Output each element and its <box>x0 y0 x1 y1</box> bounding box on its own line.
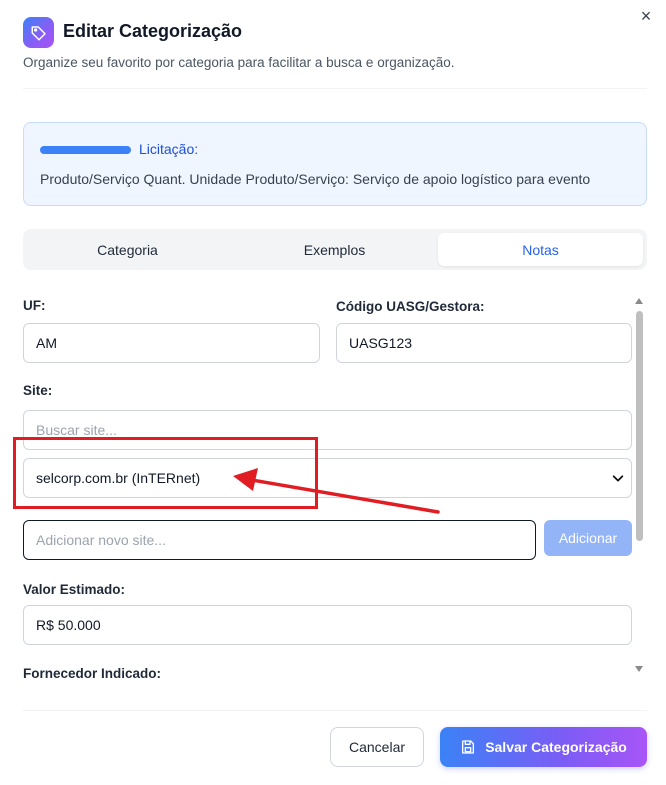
tab-notas[interactable]: Notas <box>438 233 643 266</box>
close-icon[interactable]: × <box>636 6 656 26</box>
dialog-subtitle: Organize seu favorito por categoria para… <box>23 55 455 70</box>
valor-input[interactable]: R$ 50.000 <box>23 605 632 645</box>
new-site-input[interactable]: Adicionar novo site... <box>23 520 536 560</box>
uasg-label: Código UASG/Gestora: <box>336 299 485 314</box>
tag-icon <box>23 17 54 48</box>
site-label: Site: <box>23 383 53 398</box>
tab-exemplos[interactable]: Exemplos <box>232 233 437 266</box>
scrollbar-thumb[interactable] <box>636 311 643 541</box>
fornecedor-label: Fornecedor Indicado: <box>23 666 162 681</box>
uf-label: UF: <box>23 298 46 313</box>
info-label: Licitação: <box>139 141 199 157</box>
info-description: Produto/Serviço Quant. Unidade Produto/S… <box>40 171 591 187</box>
annotation-highlight-box <box>13 437 318 509</box>
add-site-button[interactable]: Adicionar <box>544 520 632 556</box>
tab-categoria[interactable]: Categoria <box>25 233 230 266</box>
uasg-input[interactable]: UASG123 <box>336 323 632 363</box>
divider <box>23 88 647 89</box>
chevron-down-icon <box>612 475 624 482</box>
save-button[interactable]: Salvar Categorização <box>440 727 647 767</box>
save-icon <box>462 740 475 754</box>
info-accent-bar <box>40 146 131 154</box>
valor-label: Valor Estimado: <box>23 582 126 597</box>
scroll-up-arrow[interactable] <box>634 296 644 306</box>
dialog-title: Editar Categorização <box>63 21 243 41</box>
divider <box>23 710 647 711</box>
scroll-down-arrow[interactable] <box>634 664 644 674</box>
tab-list: Categoria Exemplos Notas <box>23 229 647 270</box>
info-card: Licitação: Produto/Serviço Quant. Unidad… <box>23 122 647 206</box>
save-button-label: Salvar Categorização <box>485 739 627 755</box>
cancel-button[interactable]: Cancelar <box>330 727 424 767</box>
uf-input[interactable]: AM <box>23 323 320 363</box>
